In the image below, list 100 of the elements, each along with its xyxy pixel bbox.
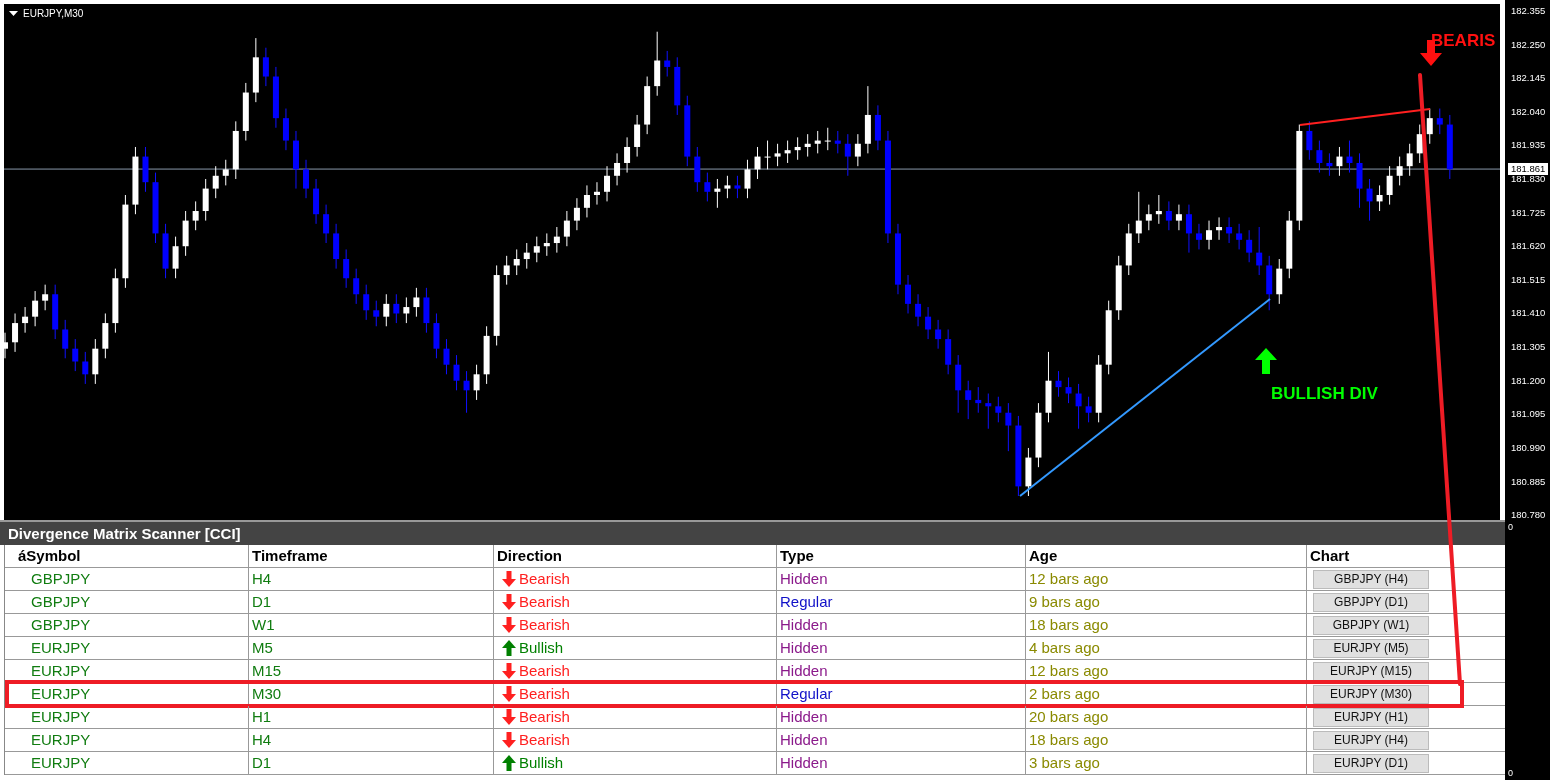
price-label: 181.515	[1511, 273, 1546, 286]
candlestick	[293, 130, 299, 190]
candlestick	[1055, 370, 1062, 398]
candlestick	[1206, 220, 1212, 250]
candlestick	[844, 133, 851, 177]
candlestick	[453, 354, 460, 391]
candlestick	[343, 248, 350, 289]
candlestick	[443, 338, 450, 375]
table-cell-text: Bearish	[519, 569, 570, 589]
table-cell: 18 bars ago	[1026, 614, 1307, 636]
arrow-up-icon	[1255, 348, 1277, 374]
chart-button[interactable]: EURJPY (M15)	[1313, 661, 1429, 681]
candlestick	[533, 236, 540, 263]
candlestick	[854, 133, 861, 167]
candlestick	[152, 172, 159, 244]
candlestick	[1336, 146, 1343, 177]
table-cell: M15	[249, 660, 494, 682]
table-cell: Hidden	[777, 614, 1026, 636]
table-cell: Hidden	[777, 568, 1026, 590]
candlestick	[32, 290, 39, 327]
chart-button[interactable]: GBPJPY (D1)	[1313, 592, 1429, 612]
candlestick	[282, 108, 289, 151]
table-cell: Hidden	[777, 706, 1026, 728]
candlestick	[1185, 204, 1192, 254]
price-label: 181.830	[1511, 173, 1546, 185]
candlestick	[814, 130, 821, 154]
candlestick	[92, 338, 99, 385]
table-cell: EURJPY	[5, 752, 249, 774]
candlestick	[714, 178, 721, 209]
candlestick	[483, 325, 490, 385]
price-label: 180.885	[1511, 475, 1546, 488]
candlestick	[313, 178, 320, 225]
chart-button[interactable]: GBPJPY (W1)	[1313, 615, 1429, 635]
arrow-down-icon	[502, 709, 516, 725]
column-header: Age	[1026, 545, 1307, 567]
candlestick	[272, 66, 279, 129]
candlestick	[1216, 216, 1223, 241]
candlestick	[704, 172, 711, 202]
candlestick	[403, 296, 410, 324]
chart-button[interactable]: EURJPY (M30)	[1313, 684, 1429, 704]
price-label: 181.725	[1511, 206, 1546, 219]
table-cell: 4 bars ago	[1026, 637, 1307, 659]
chart-button[interactable]: EURJPY (H4)	[1313, 730, 1429, 750]
chart-button[interactable]: GBPJPY (H4)	[1313, 569, 1429, 589]
candlestick	[935, 319, 942, 350]
candlestick	[874, 104, 881, 151]
candlestick	[1316, 140, 1323, 174]
candlestick	[764, 140, 771, 170]
candlestick	[1155, 194, 1162, 225]
candlestick	[744, 159, 751, 199]
candlestick	[1115, 255, 1122, 321]
candlestick	[563, 210, 570, 247]
candlestick	[1366, 178, 1373, 222]
candlestick	[804, 133, 811, 158]
candlestick	[513, 248, 520, 276]
candlestick	[212, 165, 219, 199]
candlestick	[1075, 383, 1082, 430]
table-cell: W1	[249, 614, 494, 636]
candlestick	[975, 386, 982, 414]
candlestick	[774, 143, 781, 167]
candlestick	[1426, 108, 1433, 145]
panel-title: Divergence Matrix Scanner [CCI]	[0, 522, 1505, 545]
table-cell: Hidden	[777, 752, 1026, 774]
dropdown-icon[interactable]	[9, 10, 18, 17]
candlestick	[1356, 152, 1363, 209]
candlestick	[433, 312, 440, 359]
candlestick	[262, 47, 269, 87]
arrow-down-icon	[502, 594, 516, 610]
candlestick	[1165, 200, 1172, 231]
candlestick	[694, 146, 701, 193]
candlestick	[654, 31, 661, 97]
candlestick	[905, 274, 911, 314]
candlestick	[202, 178, 209, 222]
candlestick	[1446, 114, 1453, 180]
candlestick	[393, 293, 400, 324]
column-header: Direction	[494, 545, 777, 567]
table-cell: Hidden	[777, 637, 1026, 659]
candlestick	[995, 396, 1002, 423]
candlestick	[22, 306, 29, 334]
candlestick	[1386, 165, 1393, 206]
arrow-up-icon	[502, 640, 516, 656]
chart-button[interactable]: EURJPY (D1)	[1313, 753, 1429, 773]
candlestick	[1256, 226, 1263, 276]
price-label: 180.780	[1511, 509, 1546, 522]
candlestick	[1406, 143, 1413, 177]
candlestick	[333, 223, 340, 270]
candlestick	[1276, 258, 1283, 305]
candlestick	[915, 293, 922, 327]
candlestick	[925, 306, 932, 340]
table-cell-text: Bearish	[519, 592, 570, 612]
table-cell: 3 bars ago	[1026, 752, 1307, 774]
price-label: 181.620	[1511, 240, 1546, 253]
candlestick	[132, 146, 139, 215]
chart-button[interactable]: EURJPY (M5)	[1313, 638, 1429, 658]
candlestick	[353, 268, 360, 305]
candlestick	[3, 332, 8, 359]
candlestick	[383, 293, 390, 327]
table-cell: EURJPY	[5, 706, 249, 728]
candlestick	[182, 210, 189, 257]
candlestick	[573, 197, 580, 231]
